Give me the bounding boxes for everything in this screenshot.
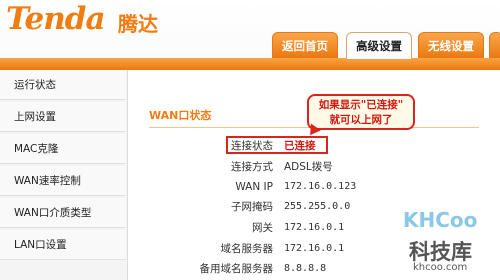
wan-row-status: 连接状态 已连接	[129, 137, 500, 155]
watermark-brand: KHCoo	[403, 208, 478, 232]
row-value: 255.255.0.0	[284, 201, 351, 212]
row-value: 172.16.0.1	[284, 222, 345, 233]
header: Tenda 腾达 返回首页 高级设置 无线设置	[0, 0, 500, 59]
row-value: 172.16.0.123	[284, 181, 357, 192]
section-title: WAN口状态	[149, 109, 212, 122]
callout-line-2: 就可以上网了	[329, 114, 393, 126]
wan-row-connection-type: 连接方式 ADSL拨号	[129, 158, 500, 176]
row-value: 8.8.8.8	[284, 263, 327, 274]
sidebar-item-lan-settings[interactable]: LAN口设置	[0, 230, 126, 260]
row-label: 备用域名服务器	[199, 263, 274, 275]
sidebar-item-wan-speed-control[interactable]: WAN速率控制	[0, 166, 126, 196]
annotation-callout: 如果显示"已连接" 就可以上网了	[307, 94, 415, 130]
connection-status-value: 已连接	[284, 140, 316, 152]
wan-row-wan-ip: WAN IP 172.16.0.123	[129, 178, 500, 196]
sidebar-item-running-status[interactable]: 运行状态	[0, 70, 126, 100]
watermark-url: khcoo.com	[413, 262, 468, 273]
row-label: 连接方式	[231, 161, 273, 173]
row-value: ADSL拨号	[284, 161, 333, 173]
row-label: WAN IP	[235, 181, 273, 193]
row-label: 网关	[252, 222, 273, 234]
tab-more[interactable]	[489, 32, 500, 58]
row-label: 子网掩码	[231, 201, 273, 213]
header-divider-bar	[0, 58, 500, 70]
sidebar-item-wan-media-type[interactable]: WAN口介质类型	[0, 198, 126, 228]
row-label: 连接状态	[231, 140, 273, 152]
watermark: KHCoo 科技库 khcoo.com	[403, 208, 495, 278]
tab-home[interactable]: 返回首页	[272, 32, 338, 58]
row-value: 172.16.0.1	[284, 243, 345, 254]
callout-line-1: 如果显示"已连接"	[318, 99, 404, 111]
tenda-logo: Tenda	[6, 1, 106, 37]
tab-wireless-settings[interactable]: 无线设置	[418, 32, 484, 58]
sidebar: 运行状态 上网设置 MAC克隆 WAN速率控制 WAN口介质类型 LAN口设置	[0, 70, 128, 280]
sidebar-item-mac-clone[interactable]: MAC克隆	[0, 134, 126, 164]
row-label: 域名服务器	[220, 243, 274, 255]
tab-advanced-settings[interactable]: 高级设置	[346, 32, 412, 59]
tenda-logo-cn: 腾达	[118, 12, 158, 36]
sidebar-item-internet-settings[interactable]: 上网设置	[0, 102, 126, 132]
